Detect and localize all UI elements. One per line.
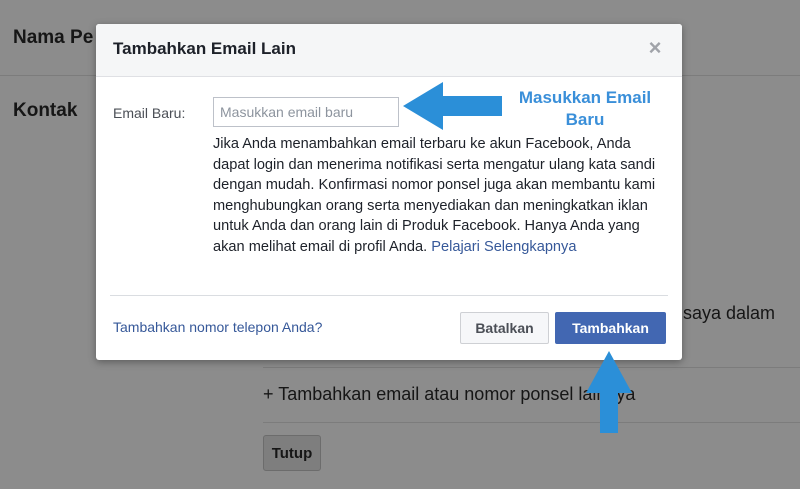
- add-contact-link[interactable]: + Tambahkan email atau nomor ponsel lain…: [263, 384, 635, 405]
- section-name-label: Nama Pe: [13, 27, 94, 48]
- callout-line-2: Baru: [565, 110, 605, 129]
- add-email-dialog: Tambahkan Email Lain × Email Baru: Jika …: [96, 24, 682, 360]
- add-email-button[interactable]: Tambahkan: [555, 312, 666, 344]
- background-partial-text: saya dalam: [683, 303, 776, 323]
- dialog-header: Tambahkan Email Lain ×: [96, 24, 682, 77]
- add-phone-link[interactable]: Tambahkan nomor telepon Anda?: [113, 319, 322, 335]
- close-icon[interactable]: ×: [644, 37, 666, 59]
- description-text: Jika Anda menambahkan email terbaru ke a…: [213, 136, 656, 255]
- annotation-callout: Masukkan Email Baru: [505, 87, 665, 131]
- callout-line-1: Masukkan Email: [518, 88, 652, 107]
- dialog-footer-divider: [110, 295, 668, 296]
- learn-more-link[interactable]: Pelajari Selengkapnya: [431, 239, 576, 255]
- email-input[interactable]: [213, 97, 399, 127]
- section-contact-label: Kontak: [13, 100, 78, 121]
- dialog-description: Jika Anda menambahkan email terbaru ke a…: [213, 134, 668, 257]
- contact-divider-bottom: [263, 422, 800, 423]
- contact-divider: [263, 367, 800, 368]
- email-field-label: Email Baru:: [113, 105, 186, 121]
- cancel-button[interactable]: Batalkan: [460, 312, 549, 344]
- close-section-button[interactable]: Tutup: [263, 435, 321, 471]
- dialog-title: Tambahkan Email Lain: [113, 39, 296, 58]
